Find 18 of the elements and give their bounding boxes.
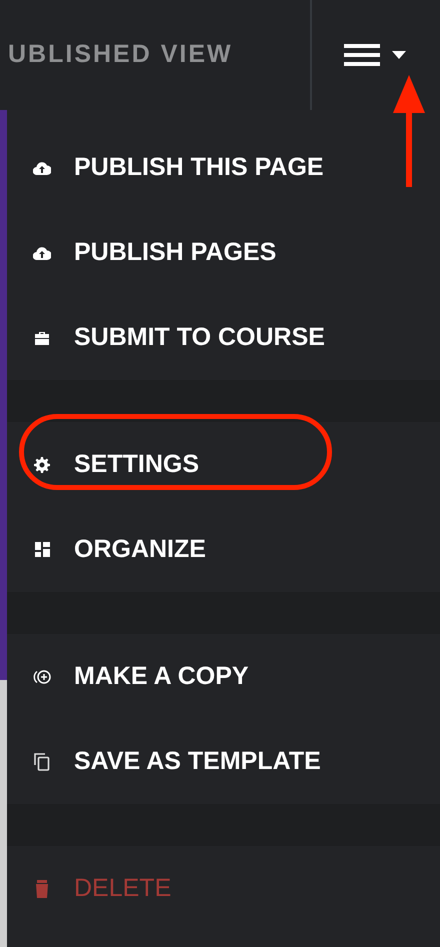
menu-item[interactable]: SUBMIT TO COURSE [7,295,440,380]
cloud-upload-icon [33,160,51,174]
menu-item[interactable]: MAKE A COPY [7,634,440,719]
caret-icon [392,51,406,59]
trash-icon [35,880,49,898]
cloud-upload-icon [33,246,51,260]
briefcase-icon [34,330,50,344]
gear-icon [34,456,50,472]
menu-item[interactable]: PUBLISH THIS PAGE [7,125,440,210]
grid-icon [34,542,50,557]
menu-item[interactable]: SETTINGS [7,422,440,507]
menu-item[interactable]: ORGANIZE [7,507,440,592]
menu-icon [344,44,380,66]
copy-plus-icon [32,668,52,684]
menu-item[interactable]: SAVE AS TEMPLATE [7,719,440,804]
menu-item[interactable]: PUBLISH PAGES [7,210,440,295]
pages-icon [34,752,50,770]
view-title: UBLISHED VIEW [7,39,234,70]
